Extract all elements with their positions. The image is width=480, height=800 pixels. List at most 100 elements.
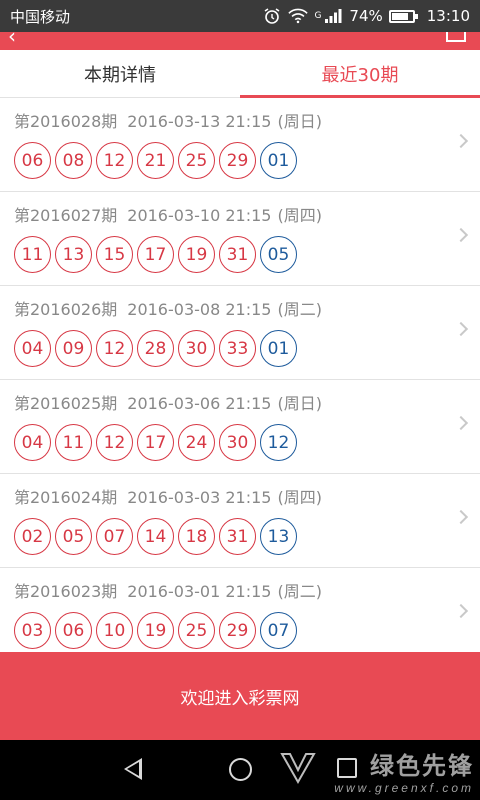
draw-issue: 第2016027期: [14, 206, 118, 225]
watermark-sub: www.greenxf.com: [334, 781, 474, 795]
signal-icon: [325, 9, 342, 23]
blue-ball: 01: [260, 142, 297, 179]
red-ball: 30: [178, 330, 215, 367]
draw-info: 第2016028期 2016-03-13 21:15 (周日): [14, 110, 466, 134]
red-ball: 05: [55, 518, 92, 555]
draw-info: 第2016025期 2016-03-06 21:15 (周日): [14, 392, 466, 416]
red-ball: 04: [14, 330, 51, 367]
draw-info: 第2016027期 2016-03-10 21:15 (周四): [14, 204, 466, 228]
draw-date: 2016-03-10 21:15: [127, 206, 272, 225]
draw-date: 2016-03-08 21:15: [127, 300, 272, 319]
ball-group: 06 08 12 21 25 29 01: [14, 142, 466, 179]
banner-text: 欢迎进入彩票网: [180, 688, 300, 709]
red-ball: 19: [137, 612, 174, 649]
red-ball: 12: [96, 142, 133, 179]
nav-home-icon[interactable]: [229, 758, 252, 781]
red-ball: 13: [55, 236, 92, 273]
draw-weekday: (周四): [277, 206, 322, 225]
red-ball: 29: [219, 142, 256, 179]
blue-ball: 05: [260, 236, 297, 273]
red-ball: 25: [178, 612, 215, 649]
carrier-name: 中国移动: [10, 7, 71, 26]
battery-fill: [391, 12, 409, 20]
draw-issue: 第2016028期: [14, 112, 118, 131]
red-ball: 24: [178, 424, 215, 461]
tab-current-detail[interactable]: 本期详情: [0, 50, 240, 97]
ball-group: 02 05 07 14 18 31 13: [14, 518, 466, 555]
draw-info: 第2016026期 2016-03-08 21:15 (周二): [14, 298, 466, 322]
red-ball: 18: [178, 518, 215, 555]
draw-row[interactable]: 第2016025期 2016-03-06 21:15 (周日) 04 11 12 17 24 3…: [0, 380, 480, 474]
red-ball: 19: [178, 236, 215, 273]
red-ball: 03: [14, 612, 51, 649]
draw-row[interactable]: 第2016026期 2016-03-08 21:15 (周二) 04 09 12 28 30 3…: [0, 286, 480, 380]
red-ball: 30: [219, 424, 256, 461]
draw-date: 2016-03-01 21:15: [127, 582, 272, 601]
red-ball: 06: [14, 142, 51, 179]
ball-group: 04 09 12 28 30 33 01: [14, 330, 466, 367]
red-ball: 17: [137, 236, 174, 273]
blue-ball: 01: [260, 330, 297, 367]
draw-row[interactable]: 第2016027期 2016-03-10 21:15 (周四) 11 13 15 17 19 3…: [0, 192, 480, 286]
red-ball: 33: [219, 330, 256, 367]
draw-row[interactable]: 第2016028期 2016-03-13 21:15 (周日) 06 08 12 21 25 2…: [0, 98, 480, 192]
red-ball: 29: [219, 612, 256, 649]
red-ball: 04: [14, 424, 51, 461]
system-nav-bar: 绿色先锋 www.greenxf.com: [0, 740, 480, 800]
tab-bar: 本期详情 最近30期: [0, 50, 480, 98]
red-ball: 17: [137, 424, 174, 461]
wifi-icon: [288, 8, 309, 24]
red-ball: 06: [55, 612, 92, 649]
draw-issue: 第2016026期: [14, 300, 118, 319]
app-header: ‹: [0, 32, 480, 50]
red-ball: 12: [96, 330, 133, 367]
draw-list: 第2016028期 2016-03-13 21:15 (周日) 06 08 12 21 25 2…: [0, 98, 480, 652]
battery-icon: [388, 9, 418, 23]
draw-date: 2016-03-03 21:15: [127, 488, 272, 507]
red-ball: 07: [96, 518, 133, 555]
watermark-main: 绿色先锋: [370, 753, 474, 780]
draw-weekday: (周二): [277, 300, 322, 319]
draw-date: 2016-03-06 21:15: [127, 394, 272, 413]
blue-ball: 12: [260, 424, 297, 461]
red-ball: 15: [96, 236, 133, 273]
draw-weekday: (周二): [277, 582, 322, 601]
red-ball: 08: [55, 142, 92, 179]
status-icons: G 74% 13:10: [262, 7, 470, 25]
ball-group: 04 11 12 17 24 30 12: [14, 424, 466, 461]
red-ball: 02: [14, 518, 51, 555]
watermark-logo-icon: [280, 753, 316, 785]
red-ball: 14: [137, 518, 174, 555]
red-ball: 28: [137, 330, 174, 367]
red-ball: 11: [14, 236, 51, 273]
red-ball: 09: [55, 330, 92, 367]
draw-weekday: (周日): [277, 112, 322, 131]
draw-weekday: (周日): [277, 394, 322, 413]
nav-back-icon[interactable]: [124, 758, 142, 780]
blue-ball: 07: [260, 612, 297, 649]
red-ball: 25: [178, 142, 215, 179]
watermark: 绿色先锋 www.greenxf.com: [334, 746, 474, 795]
draw-info: 第2016024期 2016-03-03 21:15 (周四): [14, 486, 466, 510]
tab-recent-30[interactable]: 最近30期: [240, 50, 480, 98]
draw-issue: 第2016023期: [14, 582, 118, 601]
red-ball: 21: [137, 142, 174, 179]
draw-date: 2016-03-13 21:15: [127, 112, 272, 131]
draw-issue: 第2016024期: [14, 488, 118, 507]
red-ball: 10: [96, 612, 133, 649]
alarm-icon: [264, 8, 280, 24]
back-arrow-icon[interactable]: ‹: [8, 32, 16, 48]
draw-row[interactable]: 第2016023期 2016-03-01 21:15 (周二) 03 06 10 19 25 2…: [0, 568, 480, 652]
red-ball: 31: [219, 518, 256, 555]
red-ball: 31: [219, 236, 256, 273]
draw-row[interactable]: 第2016024期 2016-03-03 21:15 (周四) 02 05 07 14 18 3…: [0, 474, 480, 568]
red-ball: 12: [96, 424, 133, 461]
status-bar: 中国移动 G 74% 13:10: [0, 0, 480, 32]
network-type: G: [314, 11, 322, 21]
draw-info: 第2016023期 2016-03-01 21:15 (周二): [14, 580, 466, 604]
blue-ball: 13: [260, 518, 297, 555]
ball-group: 03 06 10 19 25 29 07: [14, 612, 466, 649]
share-icon[interactable]: [446, 32, 466, 42]
welcome-banner[interactable]: 欢迎进入彩票网: [0, 652, 480, 740]
red-ball: 11: [55, 424, 92, 461]
